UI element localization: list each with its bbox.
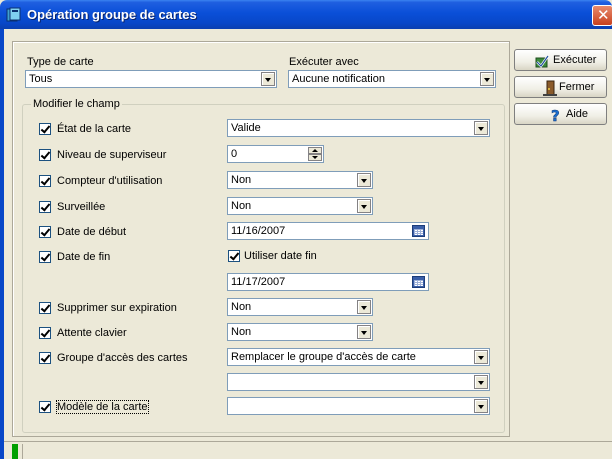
delete-on-expiry-label: Supprimer sur expiration: [57, 302, 177, 314]
card-state-checkbox[interactable]: [39, 123, 51, 135]
delete-on-expiry-dropdown[interactable]: Non: [227, 298, 373, 316]
end-date-label: Date de fin: [57, 251, 111, 263]
door-exit-icon: [543, 80, 557, 96]
close-button[interactable]: Fermer: [514, 76, 607, 98]
chevron-down-icon[interactable]: [357, 199, 371, 213]
help-button-label: Aide: [566, 108, 589, 120]
chevron-down-icon[interactable]: [357, 173, 371, 187]
delete-on-expiry-checkbox[interactable]: [39, 302, 51, 314]
card-template-label: Modèle de la carte: [56, 400, 149, 414]
access-group-checkbox[interactable]: [39, 352, 51, 364]
end-date-checkbox[interactable]: [39, 251, 51, 263]
card-state-dropdown[interactable]: Valide: [227, 119, 490, 137]
access-group-action-value: Remplacer le groupe d'accès de carte: [231, 351, 416, 363]
supervisor-level-label: Niveau de superviseur: [57, 149, 167, 161]
chevron-down-icon[interactable]: [474, 350, 488, 364]
window-frame-left: [0, 29, 4, 459]
execute-with-label: Exécuter avec: [289, 56, 359, 68]
use-end-date-checkbox[interactable]: [228, 250, 240, 262]
card-state-label: État de la carte: [57, 123, 131, 135]
end-date-value: 11/17/2007: [231, 276, 286, 288]
chevron-down-icon[interactable]: [480, 72, 494, 86]
cards-app-icon: [6, 7, 21, 22]
keypad-wait-checkbox[interactable]: [39, 327, 51, 339]
execute-with-dropdown[interactable]: Aucune notification: [288, 70, 496, 88]
start-date-label: Date de début: [57, 226, 127, 238]
access-group-dropdown[interactable]: [227, 373, 490, 391]
window-title: Opération groupe de cartes: [27, 7, 197, 22]
title-bar[interactable]: Opération groupe de cartes ✕: [0, 0, 612, 29]
start-date-value: 11/16/2007: [231, 225, 286, 237]
status-indicator: [12, 444, 18, 459]
calendar-icon[interactable]: [412, 276, 425, 288]
close-window-button[interactable]: ✕: [592, 5, 612, 26]
card-template-checkbox[interactable]: [39, 401, 51, 413]
usage-counter-dropdown[interactable]: Non: [227, 171, 373, 189]
start-date-checkbox[interactable]: [39, 226, 51, 238]
start-date-picker[interactable]: 11/16/2007: [227, 222, 429, 240]
card-type-label: Type de carte: [27, 56, 94, 68]
keypad-wait-label: Attente clavier: [57, 327, 127, 339]
monitored-label: Surveillée: [57, 201, 106, 213]
access-group-label: Groupe d'accès des cartes: [57, 352, 188, 364]
status-pane: [22, 444, 612, 459]
close-icon: ✕: [597, 7, 610, 24]
execute-button[interactable]: Exécuter: [514, 49, 607, 71]
card-type-dropdown[interactable]: Tous: [25, 70, 277, 88]
usage-counter-label: Compteur d'utilisation: [57, 175, 163, 187]
calendar-icon[interactable]: [412, 225, 425, 237]
execute-button-label: Exécuter: [553, 54, 597, 66]
chevron-down-icon[interactable]: [357, 325, 371, 339]
delete-on-expiry-value: Non: [231, 301, 252, 313]
keypad-wait-value: Non: [231, 326, 252, 338]
help-button[interactable]: ? Aide: [514, 103, 607, 125]
end-date-picker[interactable]: 11/17/2007: [227, 273, 429, 291]
usage-counter-checkbox[interactable]: [39, 175, 51, 187]
use-end-date-label: Utiliser date fin: [244, 250, 317, 262]
execute-icon: [535, 55, 550, 68]
keypad-wait-dropdown[interactable]: Non: [227, 323, 373, 341]
card-state-value: Valide: [231, 122, 261, 134]
modify-field-legend: Modifier le champ: [31, 98, 122, 110]
supervisor-level-checkbox[interactable]: [39, 149, 51, 161]
chevron-down-icon[interactable]: [261, 72, 275, 86]
supervisor-level-stepper[interactable]: 0: [227, 145, 324, 163]
card-type-value: Tous: [29, 73, 53, 85]
chevron-down-icon[interactable]: [474, 375, 488, 389]
monitored-value: Non: [231, 200, 252, 212]
svg-text:?: ?: [551, 107, 560, 123]
chevron-down-icon[interactable]: [474, 121, 488, 135]
card-template-dropdown[interactable]: [227, 397, 490, 415]
monitored-dropdown[interactable]: Non: [227, 197, 373, 215]
chevron-down-icon[interactable]: [474, 399, 488, 413]
access-group-action-dropdown[interactable]: Remplacer le groupe d'accès de carte: [227, 348, 490, 366]
help-icon: ?: [551, 107, 560, 123]
close-button-label: Fermer: [559, 81, 595, 93]
spin-down-icon[interactable]: [308, 154, 322, 161]
spin-up-icon[interactable]: [308, 147, 322, 154]
usage-counter-value: Non: [231, 174, 252, 186]
execute-with-value: Aucune notification: [292, 73, 385, 85]
supervisor-level-value: 0: [231, 148, 238, 160]
chevron-down-icon[interactable]: [357, 300, 371, 314]
spinner-icon[interactable]: [308, 147, 322, 161]
monitored-checkbox[interactable]: [39, 201, 51, 213]
